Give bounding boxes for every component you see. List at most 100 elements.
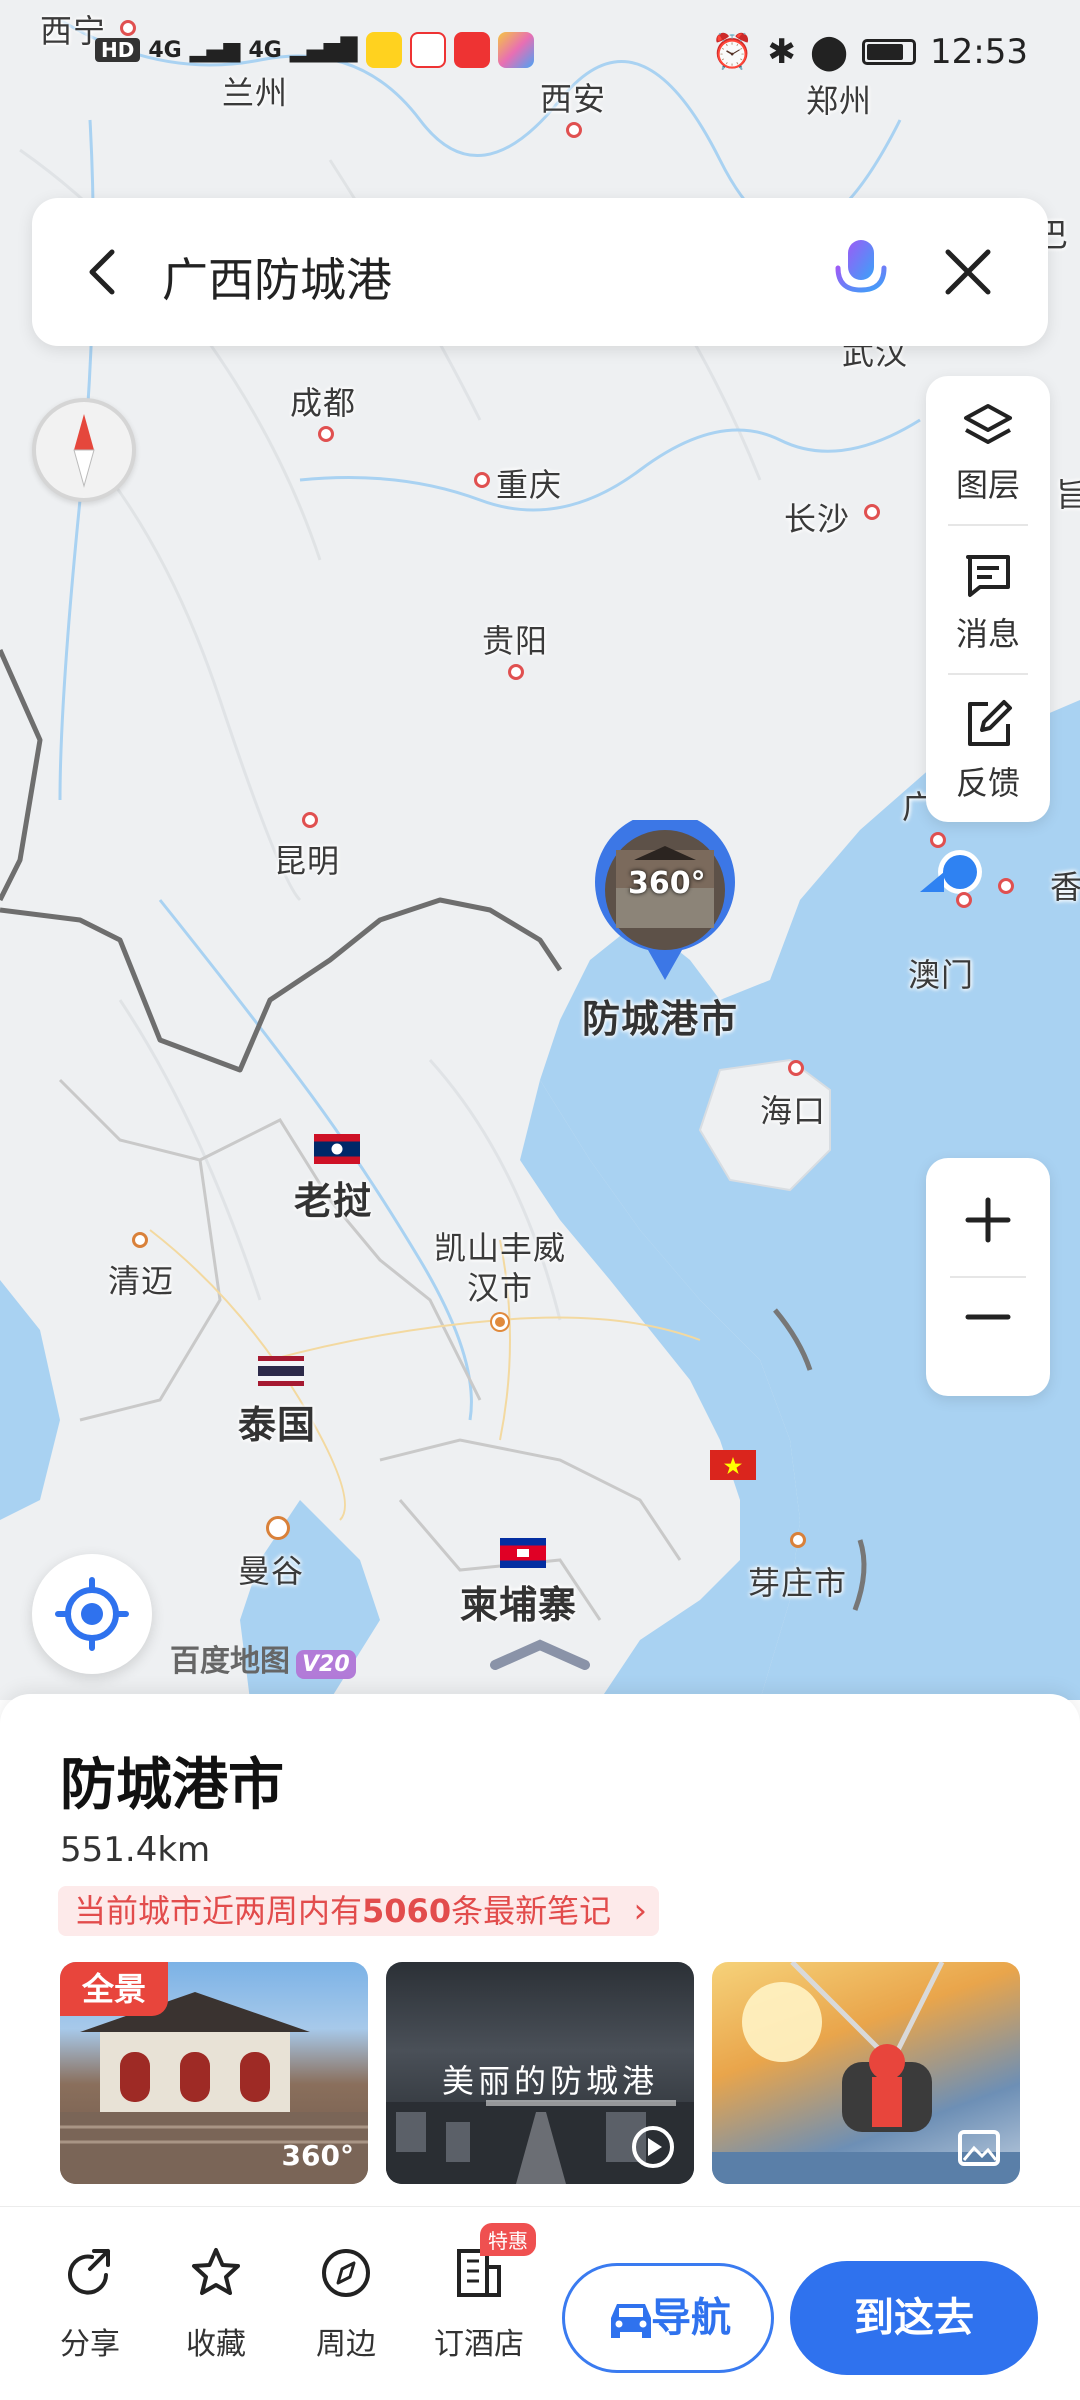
search-bar[interactable]: 广西防城港 — [32, 198, 1048, 346]
photo-thumbnail[interactable] — [712, 1962, 1020, 2184]
city-dot — [266, 1516, 290, 1540]
messages-label: 消息 — [955, 615, 1020, 653]
messages-button[interactable]: 消息 — [926, 525, 1050, 673]
place-laos[interactable]: 老挝 — [294, 1170, 372, 1225]
share-label: 分享 — [60, 2327, 120, 2362]
city-dot — [566, 122, 582, 138]
place-haikou[interactable]: 海口 — [760, 1086, 826, 1132]
map-app: 西宁 兰州 西安 郑州 巴 武汉 成都 重庆 长沙 旨 贵阳 昆明 广 香 澳门… — [0, 0, 1080, 2400]
bluetooth-icon: ✱ — [767, 32, 796, 72]
microphone-icon[interactable] — [826, 236, 896, 308]
panorama-tag: 全景 — [60, 1962, 168, 2016]
back-arrow-icon[interactable] — [72, 242, 132, 302]
city-dot — [788, 1060, 804, 1076]
location-icon: ⬤ — [809, 32, 849, 72]
action-bar: 分享 收藏 周边 特惠 订酒店 导航 到这去 — [0, 2206, 1080, 2400]
navigate-button[interactable]: 导航 — [562, 2263, 774, 2373]
city-dot — [132, 1232, 148, 1248]
video-caption: 美丽的防城港 — [442, 2062, 659, 2100]
signal-bars-icon: ▂▄▆█ — [289, 37, 358, 63]
compass-icon — [73, 414, 95, 488]
city-dot — [998, 878, 1014, 894]
crosshair-icon — [55, 1577, 129, 1651]
place-chongqing[interactable]: 重庆 — [496, 460, 562, 506]
feedback-button[interactable]: 反馈 — [926, 674, 1050, 822]
city-dot — [790, 1532, 806, 1548]
map-logo-text: 百度地图 — [170, 1644, 290, 1679]
go-here-button[interactable]: 到这去 — [790, 2261, 1038, 2375]
video-subtitle-bar — [486, 2100, 676, 2106]
layers-icon — [964, 404, 1012, 444]
gallery-icon — [958, 2130, 1000, 2166]
zoom-out-icon[interactable] — [926, 1277, 1050, 1396]
city-dot — [508, 664, 524, 680]
place-title: 防城港市 — [60, 1753, 284, 1818]
notes-count: 5060 — [362, 1892, 452, 1930]
place-distance: 551.4km — [60, 1830, 211, 1870]
battery-icon — [862, 39, 917, 65]
status-bar: HD 4G ▂▄▆ 4G ▂▄▆█ ⏰ ✱ ⬤ 12:53 — [0, 0, 1080, 100]
signal-4g-2: 4G — [248, 37, 282, 63]
compass-nearby-icon — [322, 2249, 370, 2297]
compass-button[interactable] — [32, 398, 136, 502]
zoom-control — [926, 1158, 1050, 1396]
map-logo: 百度地图 V20 — [170, 1636, 356, 1680]
notes-banner[interactable]: 当前城市近两周内有5060条最新笔记 › — [58, 1886, 660, 1936]
panorama-thumbnail[interactable]: 全景 360° — [60, 1962, 368, 2184]
place-changsha[interactable]: 长沙 — [784, 494, 850, 540]
layers-label: 图层 — [955, 466, 1020, 504]
city-dot — [930, 832, 946, 848]
place-card[interactable]: 防城港市 551.4km 当前城市近两周内有5060条最新笔记 › 全景 360… — [0, 1694, 1080, 2400]
locate-me-button[interactable] — [32, 1554, 152, 1674]
notes-suffix: 条最新笔记 — [451, 1892, 612, 1930]
alarm-icon: ⏰ — [711, 32, 754, 72]
close-icon[interactable] — [940, 244, 996, 300]
place-cambodia[interactable]: 柬埔寨 — [460, 1574, 577, 1629]
place-nhatrang[interactable]: 芽庄市 — [748, 1558, 847, 1604]
map-logo-version: V20 — [296, 1650, 356, 1679]
place-edge-e[interactable]: 旨 — [1056, 470, 1080, 516]
place-thailand[interactable]: 泰国 — [238, 1394, 316, 1449]
nearby-button[interactable]: 周边 — [296, 2245, 396, 2363]
panorama-pin[interactable]: 360° — [594, 812, 736, 982]
place-bangkok[interactable]: 曼谷 — [238, 1546, 304, 1592]
search-query[interactable]: 广西防城港 — [162, 244, 392, 310]
notes-prefix: 当前城市近两周内有 — [74, 1892, 363, 1930]
thailand-flag-icon — [258, 1356, 304, 1386]
video-thumbnail[interactable]: 美丽的防城港 — [386, 1962, 694, 2184]
cambodia-flag-icon — [500, 1538, 546, 1568]
chevron-right-icon: › — [633, 1891, 648, 1931]
city-dot — [318, 426, 334, 442]
place-kaysone[interactable]: 凯山丰威 汉市 — [434, 1228, 566, 1308]
favorite-button[interactable]: 收藏 — [166, 2245, 266, 2363]
laos-flag-icon — [314, 1134, 360, 1164]
place-edge-xiang[interactable]: 香 — [1050, 862, 1080, 908]
hd-badge: HD — [95, 38, 141, 62]
car-icon — [611, 2304, 651, 2338]
place-chiangmai[interactable]: 清迈 — [108, 1256, 174, 1302]
voice-recorder-icon — [453, 32, 490, 68]
place-guiyang[interactable]: 贵阳 — [482, 616, 548, 662]
navigate-label: 导航 — [651, 2295, 731, 2341]
place-fangchenggang[interactable]: 防城港市 — [582, 988, 738, 1043]
hotel-promo-badge: 特惠 — [480, 2223, 536, 2256]
signal-bars-icon: ▂▄▆ — [189, 37, 241, 63]
feedback-icon — [968, 700, 1012, 746]
play-icon[interactable] — [630, 2124, 676, 2170]
vietnam-flag-icon — [710, 1450, 756, 1480]
go-here-label: 到这去 — [854, 2295, 974, 2341]
map-tools-panel: 图层 消息 反馈 — [926, 376, 1050, 822]
feedback-label: 反馈 — [955, 764, 1020, 802]
meituan-icon — [365, 32, 402, 68]
hotel-button[interactable]: 特惠 订酒店 — [426, 2223, 536, 2363]
city-dot — [956, 892, 972, 908]
nearby-label: 周边 — [316, 2327, 376, 2362]
place-kunming[interactable]: 昆明 — [274, 836, 340, 882]
city-dot — [302, 812, 318, 828]
place-chengdu[interactable]: 成都 — [290, 378, 356, 424]
zoom-in-icon[interactable] — [926, 1158, 1050, 1277]
place-macau[interactable]: 澳门 — [908, 950, 974, 996]
layers-button[interactable]: 图层 — [926, 376, 1050, 524]
share-button[interactable]: 分享 — [40, 2245, 140, 2363]
star-icon — [192, 2248, 240, 2295]
